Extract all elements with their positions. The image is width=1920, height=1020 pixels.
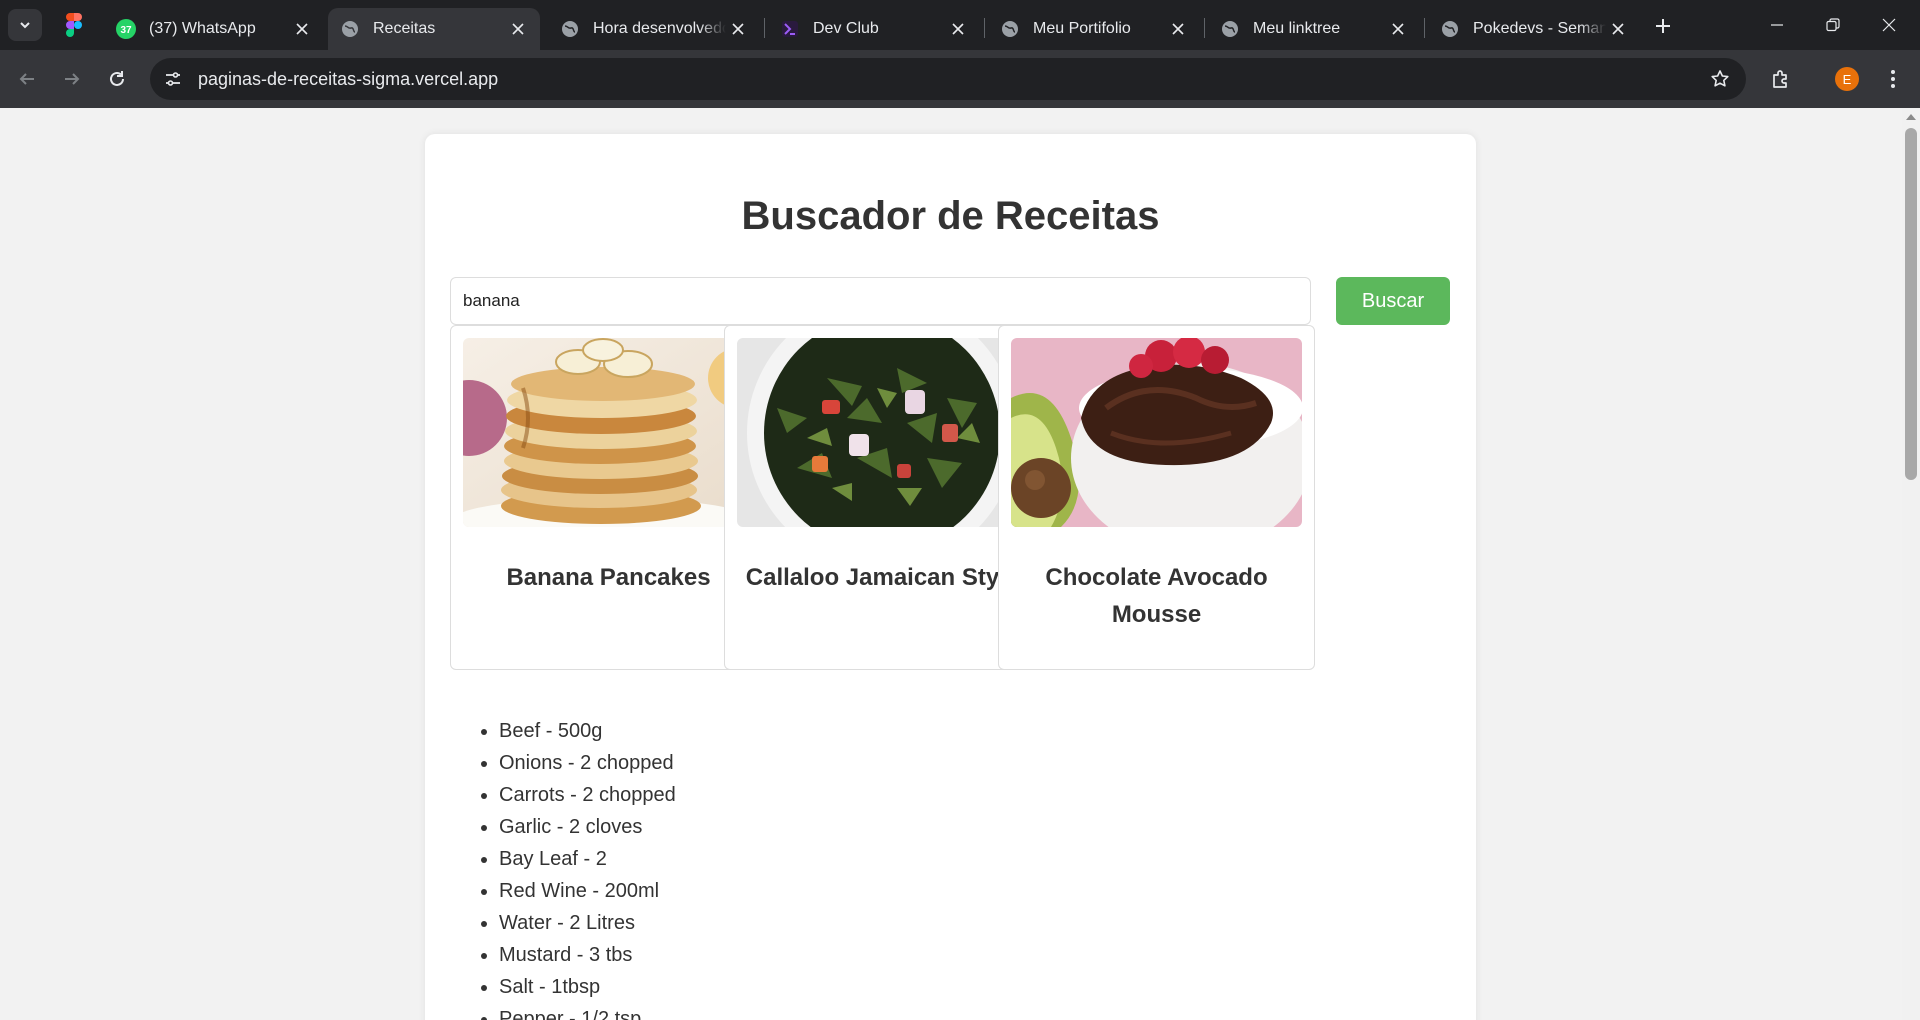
- list-item: Beef - 500g: [499, 715, 676, 747]
- globe-icon: [1440, 19, 1460, 39]
- globe-icon: [1000, 19, 1020, 39]
- tab-hora-desenvolvedor[interactable]: Hora desenvolvedor: [548, 8, 760, 50]
- recipe-search-container: Buscador de Receitas Buscar: [425, 134, 1476, 1020]
- tab-whatsapp[interactable]: 37 (37) WhatsApp: [104, 8, 324, 50]
- list-item: Water - 2 Litres: [499, 907, 676, 939]
- search-button[interactable]: Buscar: [1336, 277, 1450, 325]
- recipe-title: Banana Pancakes: [506, 564, 711, 591]
- close-icon: [1882, 18, 1896, 32]
- extensions-button[interactable]: [1766, 64, 1796, 94]
- figma-icon: [66, 13, 82, 37]
- browser-tab-bar: 37 (37) WhatsApp Receitas Hora desenvolv…: [0, 0, 1920, 50]
- callaloo-photo: [737, 338, 1028, 527]
- tab-receitas[interactable]: Receitas: [328, 8, 540, 50]
- tab-title: Receitas: [373, 20, 436, 37]
- recipe-card[interactable]: Chocolate Avocado Mousse: [998, 325, 1315, 670]
- list-item: Mustard - 3 tbs: [499, 939, 676, 971]
- tab-title: Meu Portifolio: [1033, 20, 1131, 37]
- tab-title: (37) WhatsApp: [149, 20, 256, 37]
- chocolate-avocado-mousse-photo: [1011, 338, 1302, 527]
- arrow-left-icon: [19, 73, 34, 85]
- arrow-right-icon: [65, 73, 80, 85]
- tab-title: Dev Club: [813, 20, 879, 37]
- globe-icon: [340, 19, 360, 39]
- url-text: paginas-de-receitas-sigma.vercel.app: [198, 68, 499, 89]
- list-item: Carrots - 2 chopped: [499, 779, 676, 811]
- svg-text:37: 37: [120, 25, 132, 36]
- globe-icon: [560, 19, 580, 39]
- restore-button[interactable]: [1818, 10, 1848, 40]
- scroll-up-arrow-icon[interactable]: [1906, 114, 1916, 120]
- ingredient-list: Beef - 500g Onions - 2 chopped Carrots -…: [499, 715, 676, 1020]
- vertical-scrollbar[interactable]: [1902, 108, 1920, 1020]
- tab-meu-portifolio[interactable]: Meu Portifolio: [988, 8, 1200, 50]
- list-item: Red Wine - 200ml: [499, 875, 676, 907]
- minimize-icon: [1771, 24, 1783, 26]
- recipe-card[interactable]: Banana Pancakes: [450, 325, 767, 670]
- reload-button[interactable]: [102, 64, 132, 94]
- plus-icon: [1656, 19, 1670, 33]
- tab-meu-linktree[interactable]: Meu linktree: [1208, 8, 1420, 50]
- forward-button[interactable]: [57, 64, 87, 94]
- recipe-title: Chocolate Avocado Mousse: [1045, 564, 1268, 628]
- page-title: Buscador de Receitas: [741, 194, 1160, 238]
- browser-toolbar: paginas-de-receitas-sigma.vercel.app E: [0, 50, 1920, 108]
- list-item: Bay Leaf - 2: [499, 843, 676, 875]
- avatar: E: [1835, 67, 1859, 91]
- minimize-button[interactable]: [1762, 10, 1792, 40]
- whatsapp-icon: 37: [116, 19, 136, 39]
- scrollbar-thumb[interactable]: [1905, 128, 1917, 480]
- close-icon[interactable]: [506, 17, 530, 41]
- banana-pancakes-photo: [463, 338, 754, 527]
- menu-button[interactable]: [1878, 64, 1908, 94]
- site-info-icon[interactable]: [158, 64, 188, 94]
- list-item: Onions - 2 chopped: [499, 747, 676, 779]
- list-item: Pepper - 1/2 tsp: [499, 1003, 676, 1020]
- close-icon[interactable]: [1606, 17, 1630, 41]
- bookmark-star-icon[interactable]: [1706, 65, 1734, 93]
- recipe-title: Callaloo Jamaican Style: [745, 564, 1020, 591]
- devclub-icon: [780, 19, 800, 39]
- close-icon[interactable]: [1166, 17, 1190, 41]
- puzzle-icon: [1773, 70, 1787, 88]
- profile-button[interactable]: E: [1832, 64, 1862, 94]
- list-item: Garlic - 2 cloves: [499, 811, 676, 843]
- close-icon[interactable]: [946, 17, 970, 41]
- list-item: Salt - 1tbsp: [499, 971, 676, 1003]
- recipe-card[interactable]: Callaloo Jamaican Style: [724, 325, 1041, 670]
- tab-separator: [764, 18, 765, 38]
- close-icon[interactable]: [290, 17, 314, 41]
- pinned-tab-figma[interactable]: [62, 13, 86, 37]
- tab-separator: [1424, 18, 1425, 38]
- page-viewport: Buscador de Receitas Buscar: [0, 108, 1920, 1020]
- close-icon[interactable]: [726, 17, 750, 41]
- tab-separator: [1204, 18, 1205, 38]
- back-button[interactable]: [12, 64, 42, 94]
- tab-pokedevs[interactable]: Pokedevs - Semana: [1428, 8, 1640, 50]
- tab-search-button[interactable]: [8, 9, 42, 41]
- address-bar[interactable]: paginas-de-receitas-sigma.vercel.app: [150, 58, 1746, 100]
- tab-title: Meu linktree: [1253, 20, 1341, 37]
- tab-separator: [984, 18, 985, 38]
- tab-title: Pokedevs - Semana: [1473, 20, 1606, 37]
- search-input[interactable]: [450, 277, 1311, 325]
- new-tab-button[interactable]: [1650, 13, 1676, 39]
- chevron-down-icon: [20, 22, 30, 29]
- kebab-menu-icon: [1891, 70, 1895, 88]
- restore-icon: [1826, 18, 1840, 32]
- tab-dev-club[interactable]: Dev Club: [768, 8, 980, 50]
- close-window-button[interactable]: [1874, 10, 1904, 40]
- tab-title: Hora desenvolvedor: [593, 20, 726, 37]
- globe-icon: [1220, 19, 1240, 39]
- close-icon[interactable]: [1386, 17, 1410, 41]
- reload-icon: [110, 71, 124, 86]
